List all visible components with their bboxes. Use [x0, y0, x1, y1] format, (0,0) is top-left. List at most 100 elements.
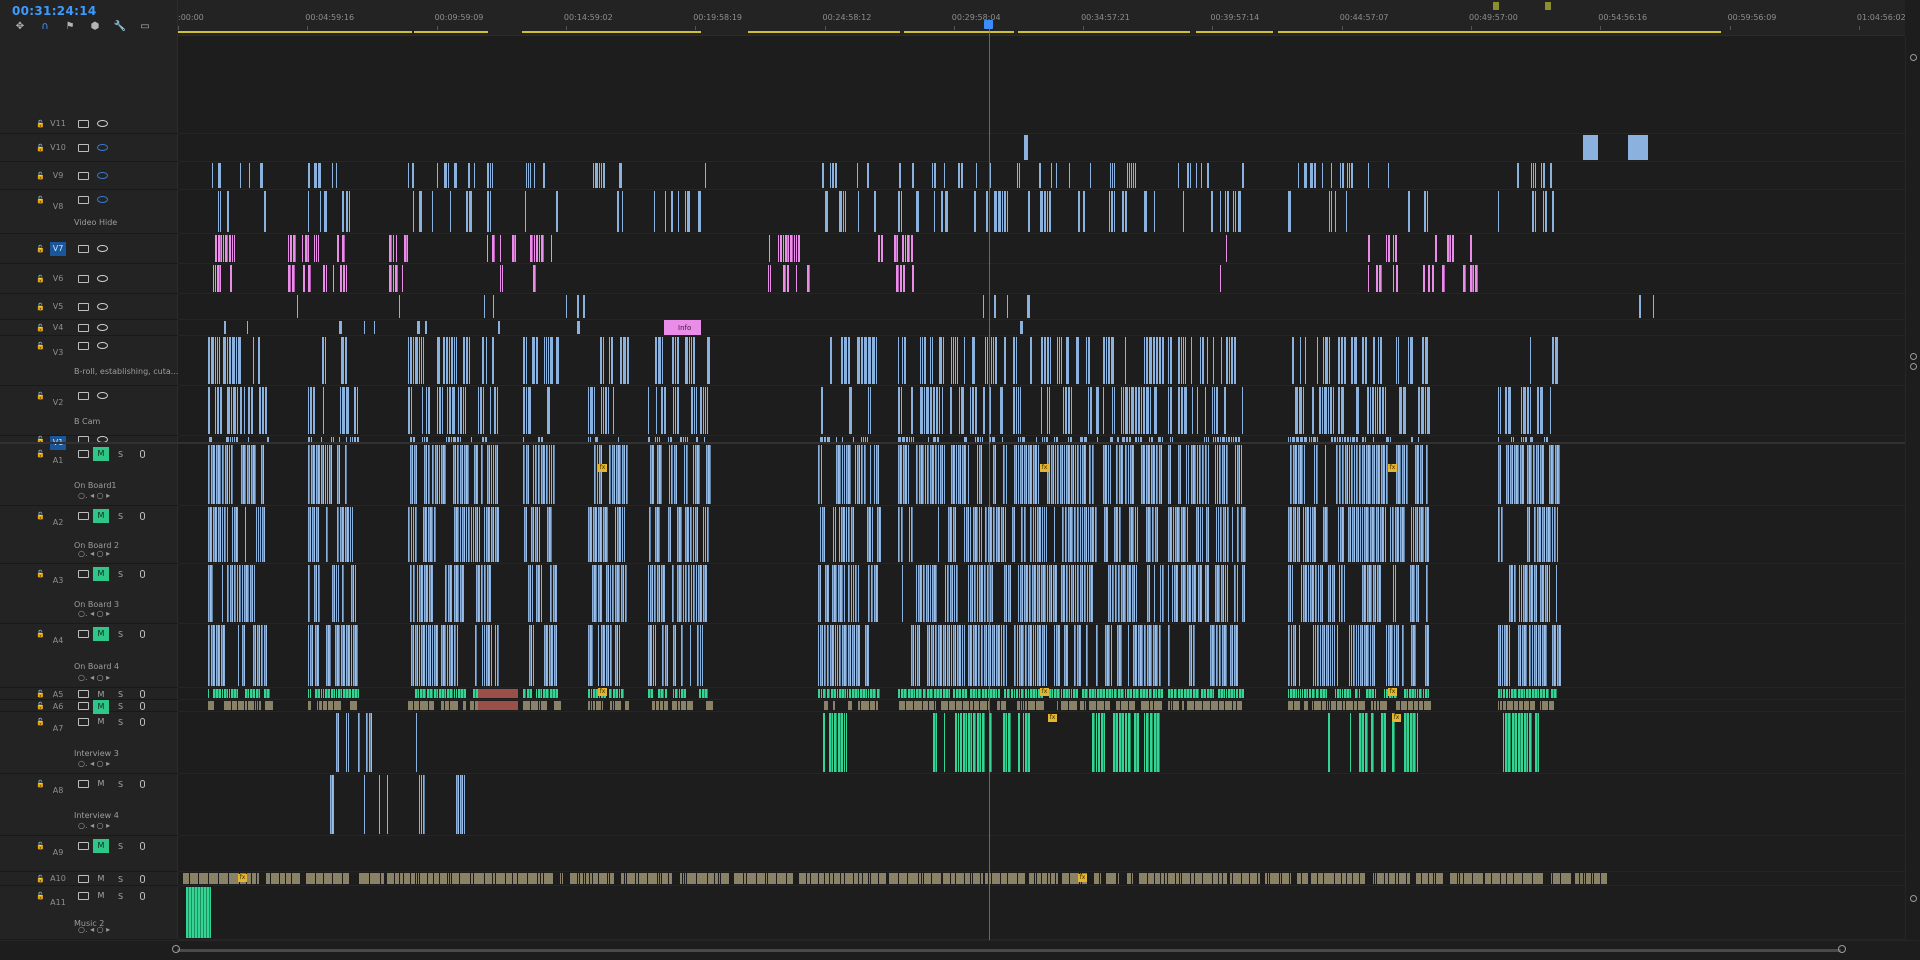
work-area-bar[interactable] — [748, 31, 900, 33]
clip[interactable] — [1424, 191, 1426, 232]
clip[interactable] — [923, 689, 926, 698]
clip[interactable] — [454, 565, 459, 622]
solo-button[interactable]: S — [118, 780, 127, 789]
clip[interactable] — [1428, 265, 1430, 292]
track-name[interactable]: V5 — [50, 300, 66, 314]
clip[interactable] — [1144, 337, 1145, 384]
clip[interactable] — [1055, 445, 1056, 504]
clip[interactable] — [303, 265, 305, 292]
clip[interactable] — [1050, 337, 1051, 384]
clip[interactable] — [253, 625, 256, 686]
clip[interactable] — [996, 625, 1000, 686]
clip[interactable] — [903, 445, 907, 504]
clip[interactable] — [1381, 713, 1386, 772]
clip[interactable] — [1174, 689, 1177, 698]
clip[interactable] — [1297, 873, 1301, 884]
clip[interactable] — [1035, 507, 1036, 562]
clip[interactable] — [1335, 191, 1336, 232]
clip[interactable] — [1056, 163, 1057, 188]
clip[interactable] — [1116, 445, 1118, 504]
clip[interactable] — [825, 873, 829, 884]
clip[interactable] — [1016, 337, 1017, 384]
clip[interactable] — [691, 337, 692, 384]
clip[interactable] — [1594, 873, 1600, 884]
clip[interactable] — [945, 565, 946, 622]
clip[interactable] — [1583, 135, 1598, 160]
clip[interactable] — [256, 689, 260, 698]
clip[interactable] — [1144, 191, 1147, 232]
clip[interactable] — [870, 689, 876, 698]
clip[interactable] — [1178, 689, 1183, 698]
clip[interactable] — [527, 689, 532, 698]
clip[interactable] — [1531, 163, 1532, 188]
mute-button[interactable]: M — [93, 777, 109, 791]
clip[interactable] — [1300, 337, 1301, 384]
clip[interactable] — [478, 689, 518, 698]
clip[interactable] — [1128, 713, 1131, 772]
clip[interactable] — [458, 689, 466, 698]
clip[interactable] — [1118, 873, 1119, 884]
clip[interactable] — [536, 689, 537, 698]
clip[interactable] — [1129, 701, 1135, 710]
clip[interactable] — [466, 337, 468, 384]
clip[interactable] — [919, 873, 921, 884]
clip[interactable] — [316, 507, 319, 562]
clip[interactable] — [1323, 337, 1324, 384]
clip[interactable] — [1508, 387, 1511, 434]
clip[interactable] — [1028, 689, 1029, 698]
clip[interactable] — [830, 873, 833, 884]
clip[interactable] — [1311, 873, 1317, 884]
clip[interactable] — [410, 337, 412, 384]
clip[interactable] — [1205, 565, 1209, 622]
clip[interactable] — [1141, 445, 1145, 504]
clip[interactable] — [650, 445, 654, 504]
clip[interactable] — [1362, 565, 1366, 622]
clip[interactable] — [247, 321, 248, 334]
clip[interactable] — [306, 873, 315, 884]
clip[interactable] — [950, 565, 953, 622]
clip[interactable] — [626, 445, 628, 504]
clip[interactable] — [1502, 625, 1503, 686]
film-toggle-icon[interactable] — [78, 892, 89, 900]
film-toggle-icon[interactable] — [78, 874, 89, 883]
clip[interactable] — [863, 873, 868, 884]
film-toggle-icon[interactable] — [78, 450, 89, 458]
clip[interactable] — [413, 565, 415, 622]
solo-button[interactable]: S — [118, 512, 127, 521]
clip[interactable] — [661, 565, 665, 622]
clip[interactable] — [395, 265, 398, 292]
clip[interactable] — [627, 337, 629, 384]
clip[interactable] — [1368, 163, 1369, 188]
clip[interactable] — [484, 295, 485, 318]
clip[interactable] — [452, 387, 455, 434]
clip[interactable] — [1348, 507, 1351, 562]
clip[interactable] — [216, 445, 221, 504]
clip[interactable] — [1189, 625, 1192, 686]
clip[interactable] — [1396, 701, 1400, 710]
clip[interactable] — [1450, 873, 1457, 884]
clip[interactable] — [1242, 387, 1243, 434]
clip[interactable] — [990, 565, 993, 622]
clip[interactable] — [359, 873, 369, 884]
clip[interactable] — [1020, 321, 1023, 334]
clip[interactable] — [1333, 387, 1334, 434]
clip[interactable] — [1154, 191, 1155, 232]
clip[interactable] — [1400, 507, 1405, 562]
clip[interactable] — [1235, 445, 1236, 504]
lock-icon[interactable]: 🔓 — [36, 780, 45, 789]
clip[interactable] — [1377, 701, 1379, 710]
clip[interactable] — [450, 191, 451, 232]
clip[interactable] — [484, 565, 486, 622]
clip[interactable] — [480, 387, 482, 434]
clip[interactable] — [924, 387, 925, 434]
clip[interactable] — [1149, 689, 1152, 698]
track-name[interactable]: A9 — [50, 846, 66, 860]
clip[interactable] — [648, 387, 649, 434]
clip[interactable] — [706, 701, 713, 710]
clip[interactable] — [1237, 701, 1242, 710]
clip[interactable] — [844, 445, 845, 504]
clip[interactable] — [830, 163, 831, 188]
clip[interactable] — [1159, 445, 1162, 504]
clip[interactable] — [266, 873, 270, 884]
clip[interactable] — [1217, 445, 1218, 504]
